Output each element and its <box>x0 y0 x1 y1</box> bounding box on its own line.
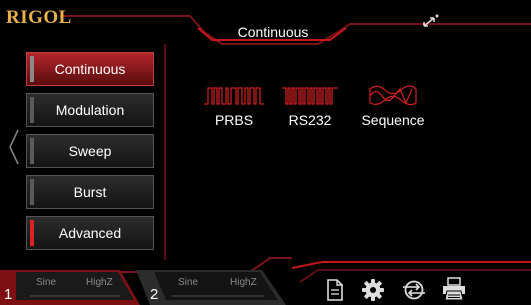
channel-2-tab[interactable]: 2 Sine HighZ <box>136 266 286 305</box>
channel-impedance: HighZ <box>230 277 257 288</box>
waveform-prbs-option[interactable]: PRBS <box>196 80 272 140</box>
channel-waveform: Sine <box>36 277 57 288</box>
menu-continuous-button[interactable]: Continuous <box>26 52 154 86</box>
waveform-sequence-option[interactable]: Sequence <box>350 80 436 140</box>
menu-label: Continuous <box>54 61 126 77</box>
channel-1-tab[interactable]: 1 Sine HighZ <box>0 266 140 305</box>
usb-connection-icon[interactable] <box>420 14 440 30</box>
channel-waveform: Sine <box>178 277 199 288</box>
chevron-left-icon[interactable] <box>8 128 20 166</box>
utility-icon[interactable] <box>402 279 426 301</box>
channel-1-tab-bg <box>0 270 140 305</box>
settings-gear-icon[interactable] <box>362 279 384 301</box>
channel-number: 1 <box>4 286 13 303</box>
print-icon[interactable] <box>441 277 467 301</box>
brand-logo: RIGOL <box>6 7 72 28</box>
menu-marker <box>30 220 34 246</box>
waveform-rs232-option[interactable]: RS232 <box>272 80 348 140</box>
waveform-label: PRBS <box>214 112 254 128</box>
menu-label: Advanced <box>58 225 122 241</box>
menu-marker <box>30 179 34 205</box>
channel-impedance: HighZ <box>86 277 113 288</box>
menu-label: Burst <box>73 184 107 200</box>
menu-modulation-button[interactable]: Modulation <box>26 93 154 127</box>
prbs-wave-icon <box>204 87 264 105</box>
menu-burst-button[interactable]: Burst <box>26 175 154 209</box>
menu-marker <box>30 97 34 123</box>
menu-advanced-button[interactable]: Advanced <box>26 216 154 250</box>
waveform-label: RS232 <box>288 112 332 128</box>
channel-2-tab-bg <box>136 270 286 305</box>
waveform-label: Sequence <box>361 112 425 128</box>
file-icon[interactable] <box>325 279 345 301</box>
menu-label: Sweep <box>68 143 112 159</box>
menu-label: Modulation <box>55 102 125 118</box>
menu-marker <box>30 138 34 164</box>
rs232-wave-icon <box>282 87 338 105</box>
channel-number: 2 <box>150 286 159 303</box>
menu-sweep-button[interactable]: Sweep <box>26 134 154 168</box>
page-title: Continuous <box>237 24 309 40</box>
sequence-wave-icon <box>369 85 417 106</box>
menu-marker <box>30 56 34 82</box>
